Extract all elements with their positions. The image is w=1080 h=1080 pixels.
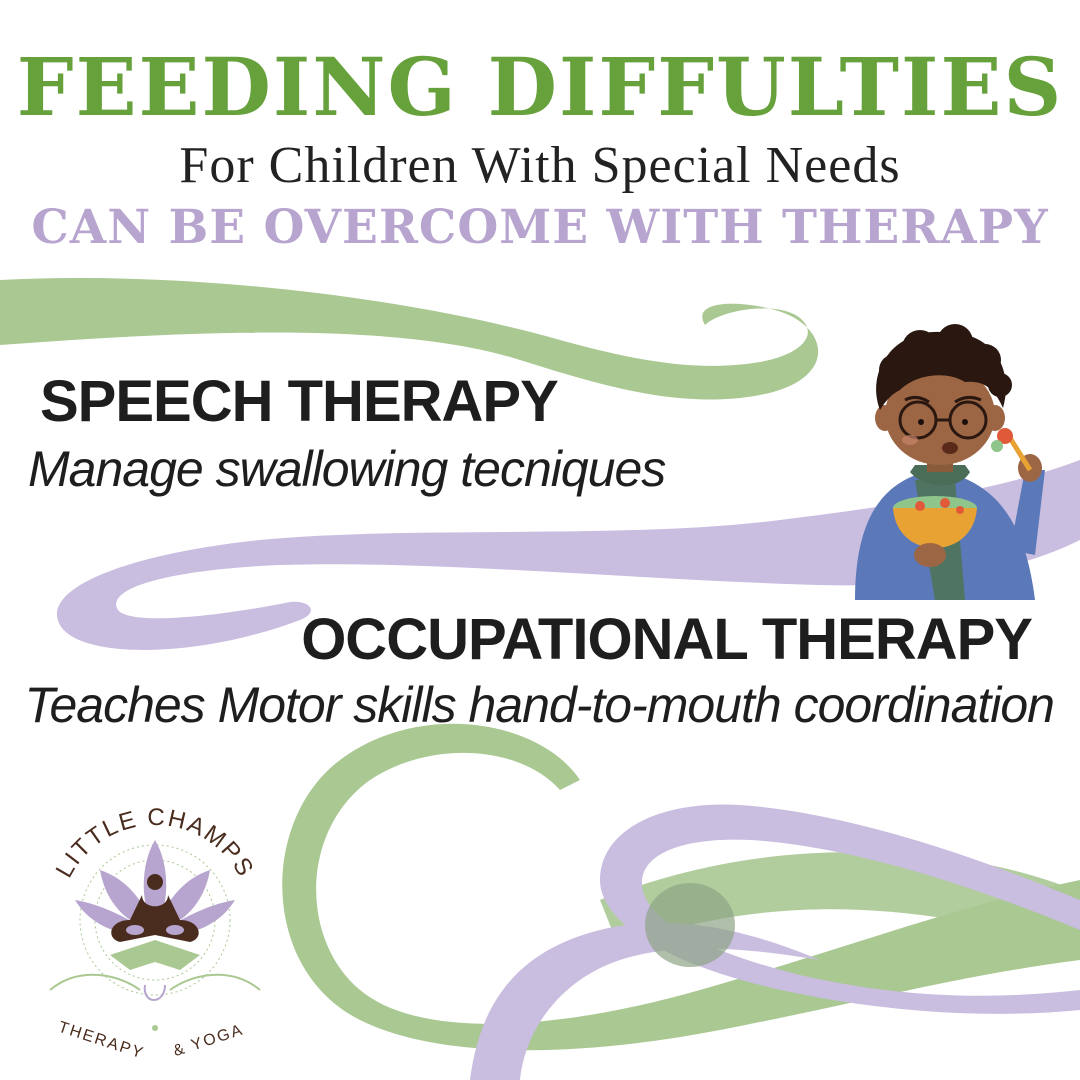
swirl-overlap <box>645 883 735 967</box>
poster: FEEDING DIFFULTIES For Children With Spe… <box>0 0 1080 1080</box>
speech-therapy-heading: SPEECH THERAPY <box>40 369 559 434</box>
logo-bottom-left-text: THERAPY <box>56 1019 146 1060</box>
occupational-therapy-description: Teaches Motor skills hand-to-mouth coord… <box>24 677 1055 733</box>
little-champs-logo: LITTLE CHAMPS THERAPY & YOGA <box>49 804 261 1060</box>
logo-bottom-right-text: & YOGA <box>171 1021 246 1060</box>
child-eating-icon <box>855 324 1045 600</box>
main-title: FEEDING DIFFULTIES <box>16 40 1064 134</box>
subtitle: For Children With Special Needs <box>179 137 901 194</box>
tagline: CAN BE OVERCOME WITH THERAPY <box>31 200 1049 255</box>
speech-therapy-description: Manage swallowing tecniques <box>28 441 666 497</box>
occupational-therapy-heading: OCCUPATIONAL THERAPY <box>301 607 1033 672</box>
lotus-meditation-icon <box>75 840 235 942</box>
